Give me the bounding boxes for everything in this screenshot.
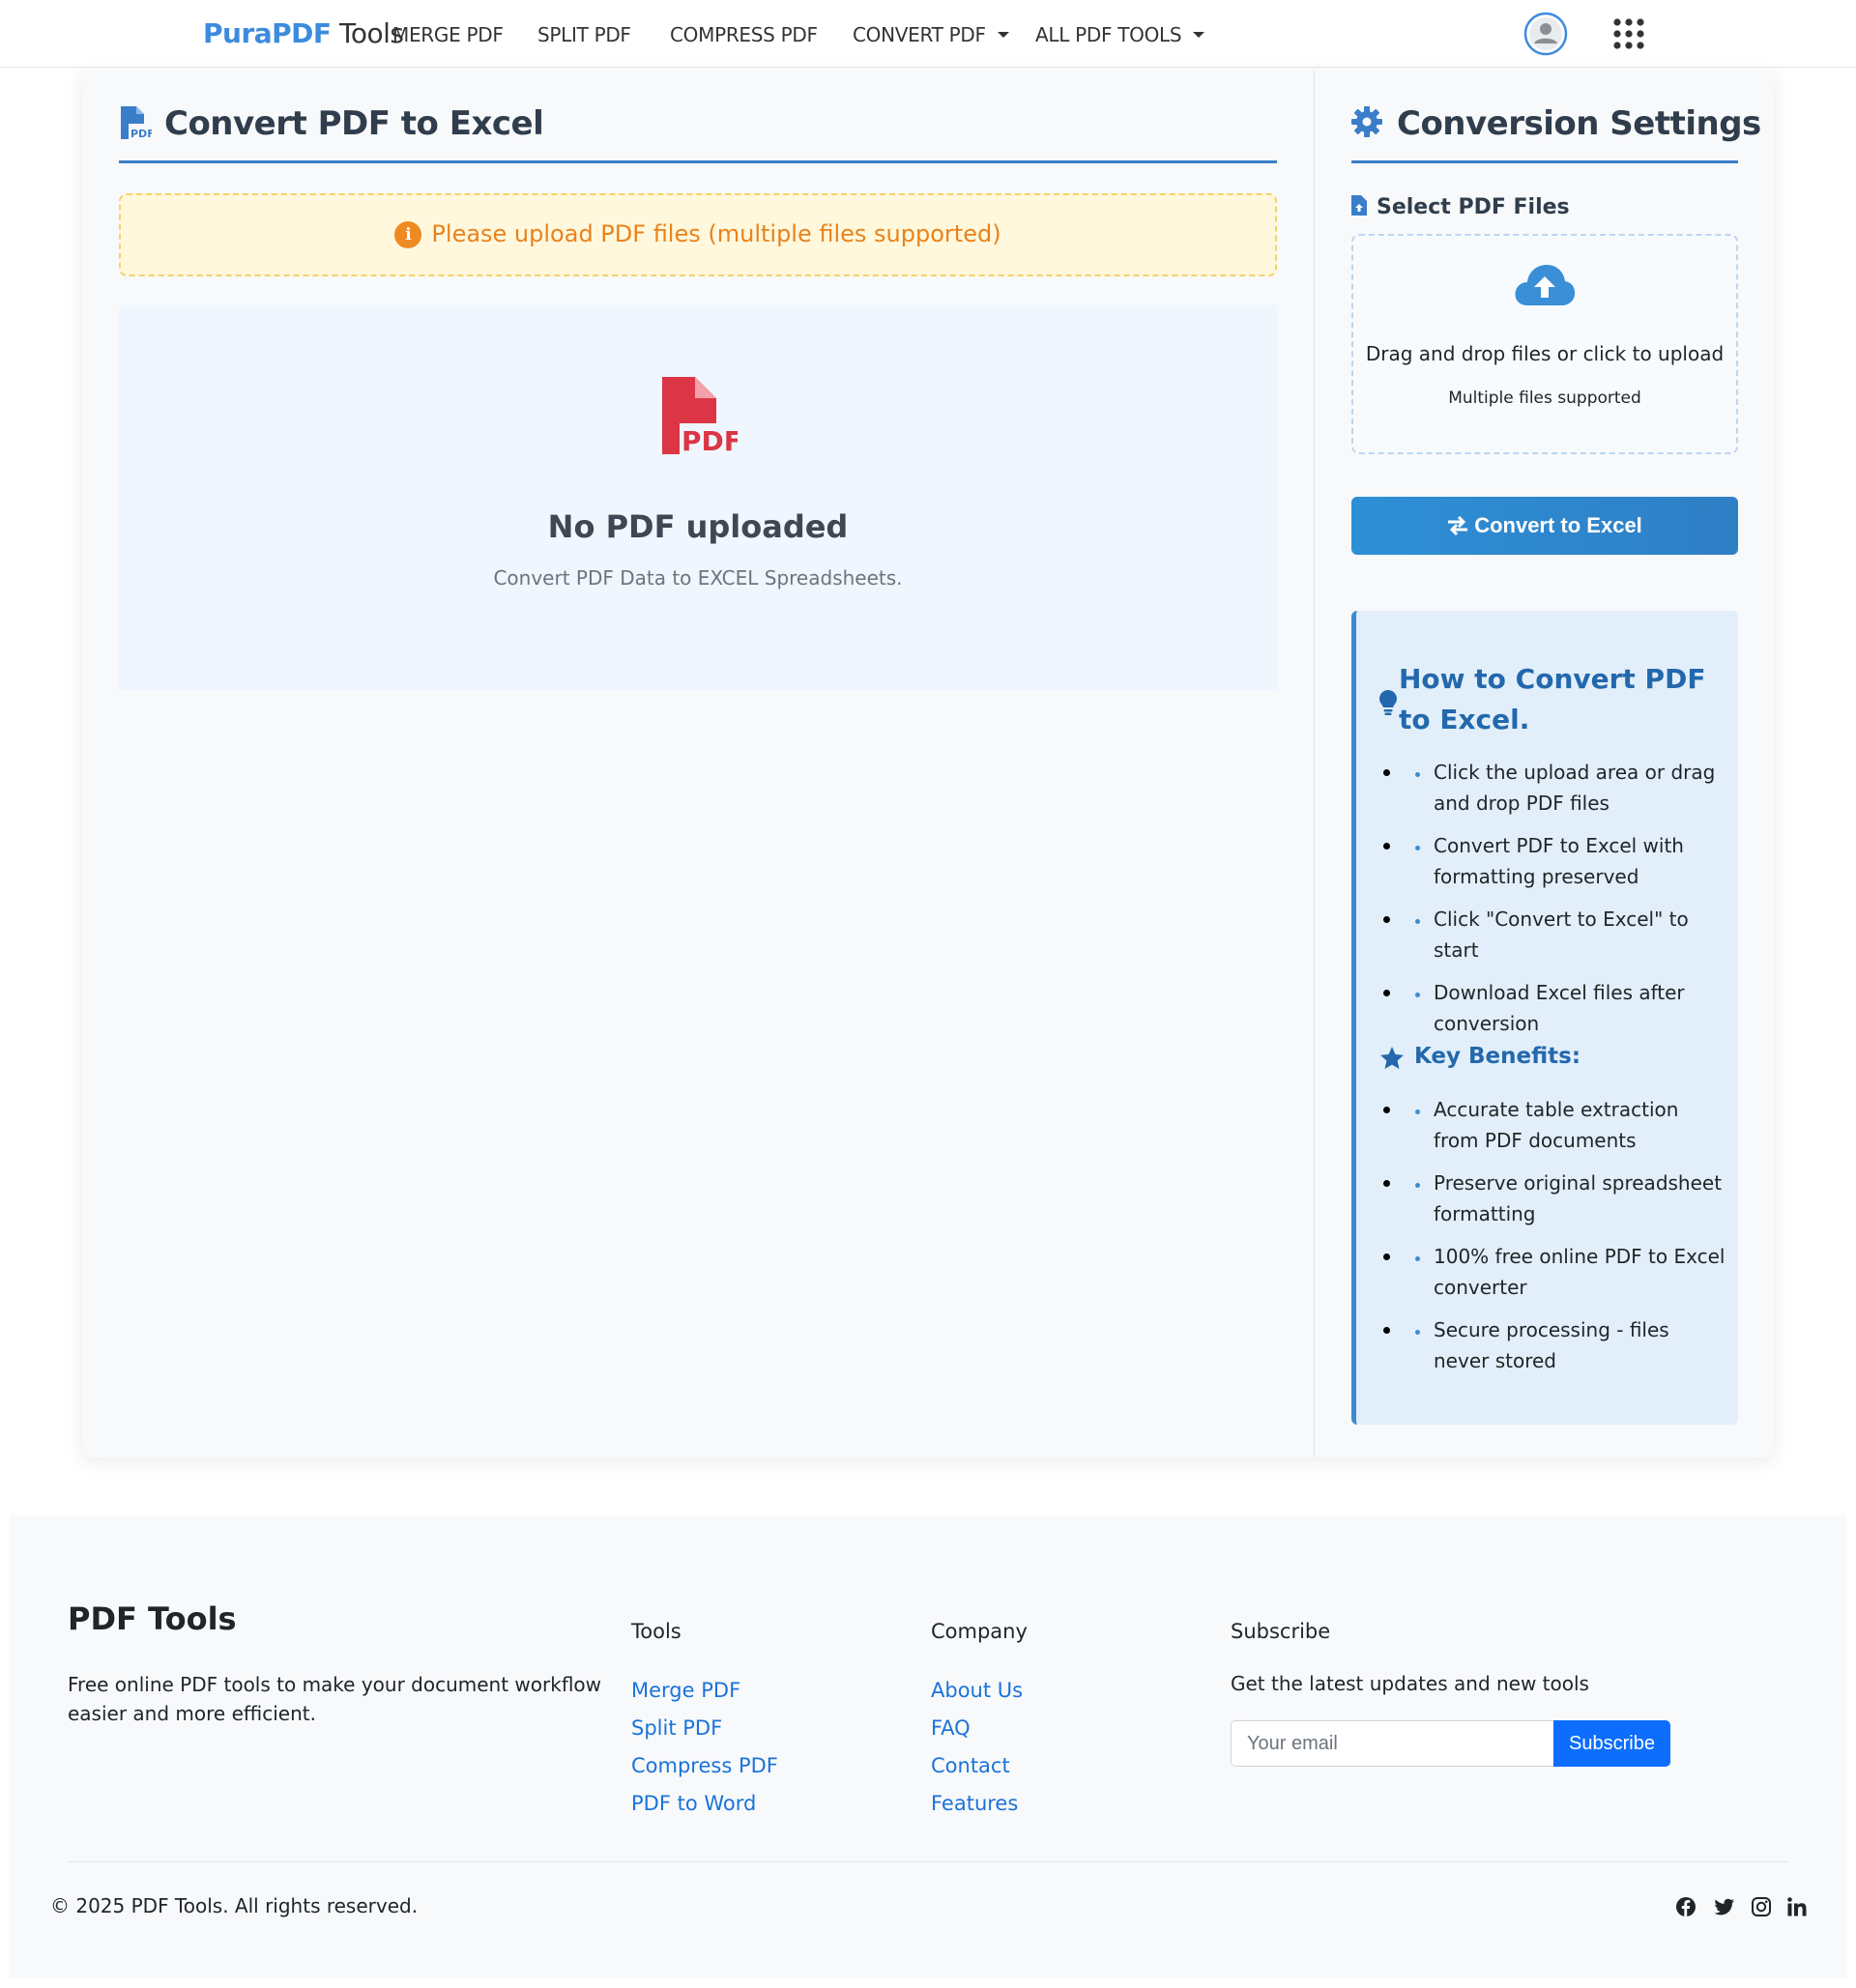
footer-link-compress-pdf[interactable]: Compress PDF — [631, 1747, 778, 1785]
nav-convert-pdf-label: CONVERT PDF — [853, 23, 986, 46]
facebook-icon[interactable] — [1675, 1896, 1696, 1917]
benefits-list: Accurate table extraction from PDF docum… — [1379, 1094, 1727, 1388]
convert-button-label: Convert to Excel — [1474, 513, 1642, 537]
footer-description: Free online PDF tools to make your docum… — [68, 1673, 602, 1725]
dropzone-subtext: Multiple files supported — [1448, 389, 1641, 408]
list-item: 100% free online PDF to Excel converter — [1379, 1241, 1727, 1303]
howto-steps-list: Click the upload area or drag and drop P… — [1379, 757, 1727, 1051]
title-divider — [119, 160, 1277, 163]
footer-company-title: Company — [931, 1620, 1028, 1643]
caret-down-icon — [997, 32, 1009, 38]
howto-panel: How to Convert PDF to Excel. Click the u… — [1351, 611, 1738, 1425]
list-item: Download Excel files after conversion — [1379, 977, 1727, 1039]
apps-grid-icon[interactable] — [1612, 17, 1645, 50]
file-dropzone[interactable]: Drag and drop files or click to upload M… — [1351, 234, 1738, 454]
footer-subscribe-text: Get the latest updates and new tools — [1231, 1672, 1589, 1695]
preview-empty-state: PDF No PDF uploaded Convert PDF Data to … — [119, 305, 1277, 690]
caret-down-icon — [1193, 32, 1205, 38]
footer-tools-title: Tools — [631, 1620, 682, 1643]
file-pdf-icon: PDF — [121, 106, 152, 140]
nav-merge-pdf[interactable]: MERGE PDF — [392, 23, 504, 46]
footer-link-pdf-to-word[interactable]: PDF to Word — [631, 1785, 778, 1823]
info-icon: i — [394, 221, 422, 248]
footer-brand: PDF Tools — [68, 1600, 237, 1637]
svg-text:PDF: PDF — [130, 128, 152, 140]
footer-link-faq[interactable]: FAQ — [931, 1710, 1023, 1747]
list-item: Accurate table extraction from PDF docum… — [1379, 1094, 1727, 1156]
upload-alert: i Please upload PDF files (multiple files… — [119, 193, 1277, 276]
list-item: Click "Convert to Excel" to start — [1379, 904, 1727, 965]
page-title: Convert PDF to Excel — [164, 104, 544, 143]
settings-column: Conversion Settings Select PDF Files Dra… — [1314, 70, 1774, 1457]
nav-convert-pdf-dropdown[interactable]: CONVERT PDF — [853, 23, 1009, 46]
converter-card: PDF Convert PDF to Excel i Please upload … — [82, 70, 1774, 1457]
cloud-upload-icon — [1515, 265, 1576, 305]
alert-text: Please upload PDF files (multiple files … — [431, 220, 1001, 247]
footer-company-links: About Us FAQ Contact Features — [931, 1672, 1023, 1823]
empty-title: No PDF uploaded — [547, 508, 849, 545]
exchange-icon — [1448, 515, 1468, 536]
list-item: Secure processing - files never stored — [1379, 1314, 1727, 1376]
footer-link-about-us[interactable]: About Us — [931, 1672, 1023, 1710]
subscribe-button[interactable]: Subscribe — [1553, 1720, 1670, 1767]
lightbulb-icon — [1379, 690, 1397, 715]
instagram-icon[interactable] — [1751, 1896, 1772, 1917]
footer-divider — [68, 1861, 1788, 1862]
preview-column: PDF Convert PDF to Excel i Please upload … — [82, 70, 1314, 1457]
files-label: Select PDF Files — [1377, 195, 1570, 219]
footer-link-features[interactable]: Features — [931, 1785, 1023, 1823]
footer-copyright: © 2025 PDF Tools. All rights reserved. — [50, 1894, 419, 1917]
brand-logo[interactable]: PuraPDF Tools — [203, 17, 404, 49]
twitter-icon[interactable] — [1714, 1896, 1735, 1917]
dropzone-text: Drag and drop files or click to upload — [1365, 342, 1725, 365]
howto-title: How to Convert PDF to Excel. — [1399, 663, 1706, 735]
benefits-title: Key Benefits: — [1414, 1044, 1581, 1069]
footer-link-split-pdf[interactable]: Split PDF — [631, 1710, 778, 1747]
nav-compress-pdf[interactable]: COMPRESS PDF — [670, 23, 818, 46]
pdf-icon-label: PDF — [682, 425, 738, 457]
list-item: Click the upload area or drag and drop P… — [1379, 757, 1727, 819]
nav-split-pdf[interactable]: SPLIT PDF — [537, 23, 631, 46]
footer-subscribe-title: Subscribe — [1231, 1620, 1331, 1643]
brand-primary: PuraPDF — [203, 17, 332, 49]
navbar: PuraPDF Tools MERGE PDF SPLIT PDF COMPRE… — [0, 0, 1856, 68]
empty-subtitle: Convert PDF Data to EXCEL Spreadsheets. — [493, 566, 903, 590]
footer: PDF Tools Free online PDF tools to make … — [10, 1515, 1846, 1978]
nav-all-tools-label: ALL PDF TOOLS — [1035, 23, 1182, 46]
footer-link-merge-pdf[interactable]: Merge PDF — [631, 1672, 778, 1710]
footer-link-contact[interactable]: Contact — [931, 1747, 1023, 1785]
subscribe-email-input[interactable] — [1231, 1720, 1553, 1767]
footer-tools-links: Merge PDF Split PDF Compress PDF PDF to … — [631, 1672, 778, 1823]
settings-divider — [1351, 160, 1738, 163]
nav-all-tools-dropdown[interactable]: ALL PDF TOOLS — [1035, 23, 1205, 46]
gear-icon — [1351, 106, 1382, 137]
pdf-file-icon: PDF — [662, 377, 738, 457]
linkedin-icon[interactable] — [1786, 1896, 1808, 1917]
star-icon — [1380, 1047, 1404, 1069]
settings-title: Conversion Settings — [1397, 104, 1761, 143]
file-upload-icon — [1351, 195, 1367, 216]
list-item: Preserve original spreadsheet formatting — [1379, 1167, 1727, 1229]
user-avatar-icon[interactable] — [1523, 12, 1568, 56]
list-item: Convert PDF to Excel with formatting pre… — [1379, 830, 1727, 892]
convert-to-excel-button[interactable]: Convert to Excel — [1351, 497, 1738, 555]
